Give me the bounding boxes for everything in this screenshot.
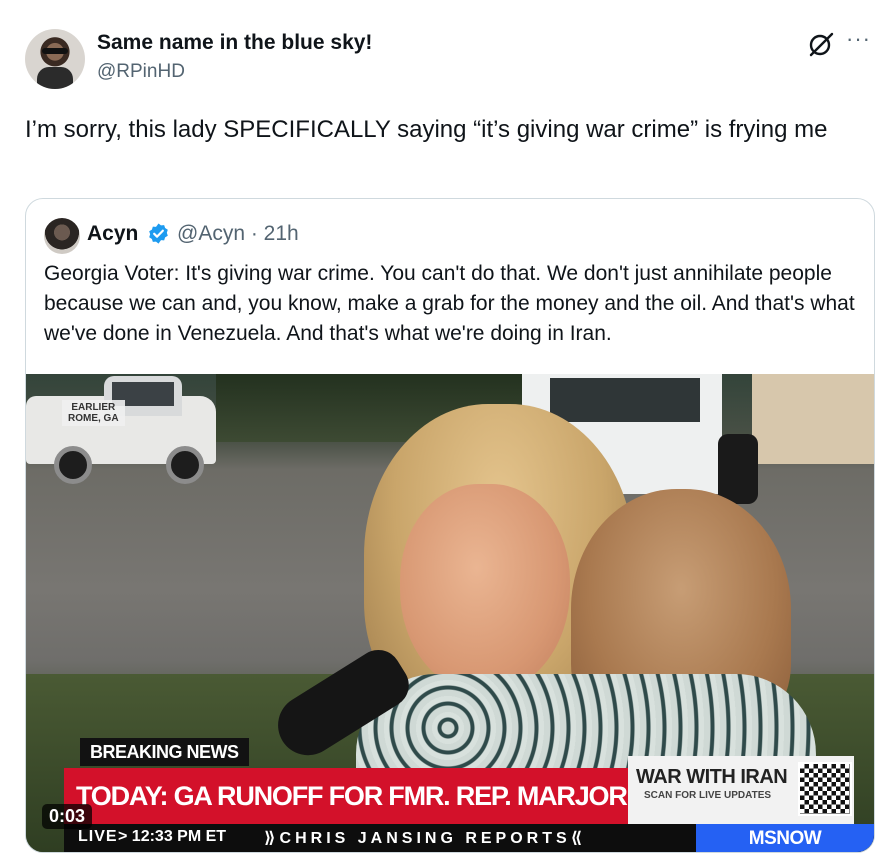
more-options-icon[interactable]: ···	[846, 28, 871, 50]
avatar-sunglasses	[42, 48, 68, 54]
iran-title: WAR WITH IRAN	[636, 766, 788, 788]
iran-subtitle: SCAN FOR LIVE UPDATES	[644, 790, 772, 801]
quoted-handle-time[interactable]: @Acyn · 21h	[177, 222, 299, 246]
war-with-iran-box: WAR WITH IRAN SCAN FOR LIVE UPDATES	[628, 756, 854, 824]
grok-icon[interactable]	[808, 31, 834, 57]
quoted-display-name[interactable]: Acyn	[87, 222, 138, 246]
location-tag: EARLIER ROME, GA	[62, 400, 125, 426]
video-timestamp: 0:03	[42, 804, 93, 829]
headline-bar: TODAY: GA RUNOFF FOR FMR. REP. MARJORIE …	[64, 768, 628, 824]
tweet-author-avatar[interactable]	[25, 29, 85, 89]
verified-badge-icon	[149, 223, 168, 244]
news-lower-third: BREAKING NEWS TODAY: GA RUNOFF FOR FMR. …	[26, 736, 874, 852]
video-player[interactable]: EARLIER ROME, GA BREAKING NEWS TODAY: GA…	[26, 374, 874, 852]
breaking-news-label: BREAKING NEWS	[80, 738, 249, 766]
video-pickup-truck	[26, 376, 221, 491]
network-logo: MSNOW	[696, 824, 874, 852]
quoted-tweet-card[interactable]: Acyn @Acyn · 21h Georgia Voter: It's giv…	[25, 198, 875, 853]
show-name: ⟫CHRIS JANSING REPORTS⟪	[264, 830, 587, 847]
tweet-handle[interactable]: @RPinHD	[97, 61, 185, 83]
quoted-tweet-text: Georgia Voter: It's giving war crime. Yo…	[44, 262, 855, 345]
live-label: LIVE	[78, 828, 118, 845]
broadcast-time: > 12:33 PM ET	[118, 828, 227, 845]
video-woman-face	[400, 484, 570, 694]
news-ticker: LIVE > 12:33 PM ET ⟫CHRIS JANSING REPORT…	[64, 824, 874, 852]
location-tag-line1: EARLIER	[71, 402, 116, 413]
tweet-text: I’m sorry, this lady SPECIFICALLY saying…	[25, 116, 828, 143]
qr-code-icon	[798, 762, 852, 816]
avatar-suit	[37, 67, 73, 89]
tweet-display-name[interactable]: Same name in the blue sky!	[97, 31, 372, 55]
location-tag-line2: ROME, GA	[68, 413, 119, 424]
quoted-author-avatar[interactable]	[44, 218, 80, 254]
